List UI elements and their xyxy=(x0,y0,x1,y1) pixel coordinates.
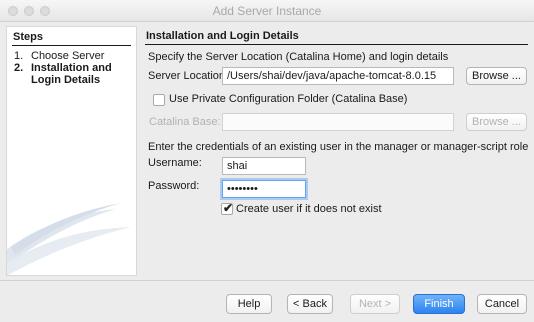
step-number: 1. xyxy=(14,50,24,62)
catalina-base-input[interactable] xyxy=(222,113,454,131)
help-button[interactable]: Help xyxy=(226,294,272,314)
location-instructions: Specify the Server Location (Catalina Ho… xyxy=(148,51,449,63)
steps-heading: Steps xyxy=(13,31,43,43)
server-location-input[interactable] xyxy=(222,67,454,85)
window-title: Add Server Instance xyxy=(212,4,322,18)
next-button[interactable]: Next > xyxy=(350,294,400,314)
title-bar: Add Server Instance xyxy=(0,0,534,22)
step-label: Choose Server xyxy=(31,50,105,62)
credentials-instructions: Enter the credentials of an existing use… xyxy=(148,141,529,153)
username-input[interactable] xyxy=(222,157,306,175)
create-user-label: Create user if it does not exist xyxy=(236,203,382,215)
page-title: Installation and Login Details xyxy=(146,30,299,42)
private-config-checkbox[interactable] xyxy=(153,94,165,106)
steps-panel: Steps 1. Choose Server 2. Installation a… xyxy=(6,26,137,276)
checkmark-icon: ✔ xyxy=(223,201,234,215)
private-config-label: Use Private Configuration Folder (Catali… xyxy=(169,93,408,105)
step-label: Installation and Login Details xyxy=(31,62,112,86)
catalina-base-browse-button[interactable]: Browse ... xyxy=(466,113,527,131)
cancel-button[interactable]: Cancel xyxy=(477,294,527,314)
server-location-label: Server Location: xyxy=(148,70,229,82)
server-location-browse-button[interactable]: Browse ... xyxy=(466,67,527,85)
password-label: Password: xyxy=(148,180,200,192)
heading-divider xyxy=(145,44,528,45)
create-user-checkbox[interactable]: ✔ xyxy=(221,201,234,215)
wizard-swoosh-graphic xyxy=(7,203,131,275)
finish-button[interactable]: Finish xyxy=(413,294,465,314)
catalina-base-label: Catalina Base: xyxy=(149,116,221,128)
step-number: 2. xyxy=(14,62,24,74)
back-button[interactable]: < Back xyxy=(287,294,333,314)
username-label: Username: xyxy=(148,157,202,169)
password-input[interactable] xyxy=(222,180,306,198)
steps-divider xyxy=(12,45,131,46)
